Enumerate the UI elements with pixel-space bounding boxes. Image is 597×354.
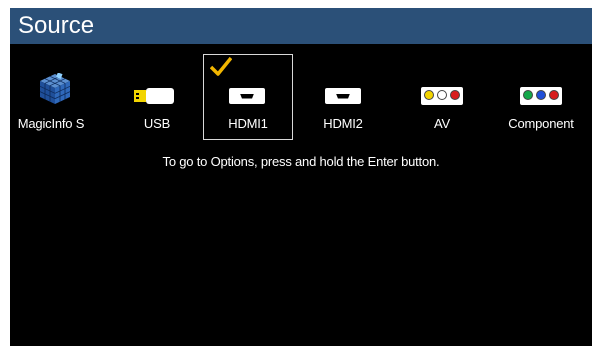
source-item-hdmi1[interactable]: HDMI1: [203, 54, 293, 140]
source-screen: Source MagicInfo S USB HDMI1 HDMI2 AV Co…: [10, 8, 592, 346]
source-label: HDMI1: [228, 116, 268, 131]
source-item-magicinfo[interactable]: MagicInfo S: [10, 54, 92, 140]
hint-text: To go to Options, press and hold the Ent…: [162, 154, 440, 169]
page-title: Source: [18, 12, 95, 39]
checkmark-icon: [210, 57, 232, 76]
magicinfo-cube-icon: [39, 73, 71, 104]
source-label: MagicInfo S: [17, 116, 85, 131]
source-label: AV: [434, 116, 450, 131]
usb-drive-icon: [134, 88, 174, 104]
source-list: MagicInfo S USB HDMI1 HDMI2 AV Component: [10, 54, 592, 140]
source-item-component[interactable]: Component: [501, 54, 581, 140]
source-item-av[interactable]: AV: [417, 54, 467, 140]
source-label: USB: [143, 116, 171, 131]
component-rca-icon: [520, 87, 562, 105]
hdmi-port-icon: [229, 88, 265, 104]
source-item-usb[interactable]: USB: [130, 54, 184, 140]
av-rca-icon: [421, 87, 463, 105]
source-label: Component: [508, 116, 574, 131]
title-bar: Source: [10, 8, 592, 44]
source-label: HDMI2: [323, 116, 363, 131]
source-item-hdmi2[interactable]: HDMI2: [313, 54, 373, 140]
hdmi-port-icon: [325, 88, 361, 104]
